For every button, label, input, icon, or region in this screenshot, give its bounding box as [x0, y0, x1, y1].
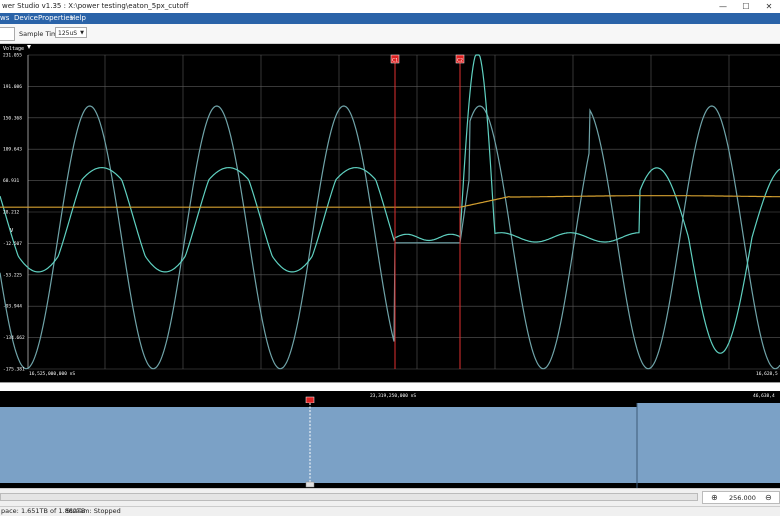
minimize-button[interactable]: — — [712, 0, 734, 13]
zoom-out-icon[interactable]: ⊖ — [765, 493, 772, 502]
title-bar: wer Studio v1.35 : X:\power testing\eato… — [0, 0, 780, 13]
x-start-label: 16,525,000,000 nS — [29, 371, 75, 377]
close-button[interactable]: ✕ — [758, 0, 780, 13]
menu-bar: ws Device Properties Help — [0, 13, 780, 24]
trigger-marker-icon[interactable] — [27, 45, 31, 49]
maximize-button[interactable]: ☐ — [735, 0, 757, 13]
overview-time-right: 46,638,4 — [753, 393, 775, 399]
sample-time-select[interactable]: 125uS ▼ — [55, 27, 87, 38]
y-tick-label: -12.507 — [3, 241, 22, 247]
y-tick-label: -53.225 — [3, 272, 22, 278]
menu-views[interactable]: ws — [0, 13, 9, 24]
y-tick-label: 28.212 — [3, 210, 20, 216]
overview-header: 23,319,250,000 nS 46,638,4 — [0, 382, 780, 404]
waveform-chart[interactable]: C1 C2 Voltage231.055 191.086 150.368 109.643… — [0, 44, 780, 382]
cursor-label: C1 — [392, 58, 398, 64]
overview-fill-left — [0, 407, 637, 483]
overview-time-center: 23,319,250,000 nS — [370, 393, 416, 399]
y-tick-label: -175.381 — [3, 367, 25, 373]
y-tick-label: -93.944 — [3, 304, 22, 310]
y-tick-label: 109.643 — [3, 147, 22, 153]
menu-properties[interactable]: Properties — [38, 13, 73, 24]
voltage-trace-b — [0, 54, 780, 354]
status-bar: pace: 1.651TB of 1.862TB Stream: Stopped — [0, 506, 780, 516]
zoom-value: 256.000 — [729, 494, 756, 502]
y-unit-label: V — [10, 228, 14, 234]
voltage-trace-a — [0, 105, 780, 370]
x-end-label: 16,628,5 — [756, 371, 778, 377]
menu-device[interactable]: Device — [14, 13, 38, 24]
overview-header-svg: 23,319,250,000 nS 46,638,4 — [0, 383, 780, 404]
y-tick-label: -134.662 — [3, 335, 25, 341]
waveform-plot[interactable]: C1 C2 Voltage 231.055 191.086 150.368 109.643… — [0, 44, 780, 382]
scroll-row: ⊕ 256.000 ⊖ — [0, 488, 780, 506]
overview-fill-right — [637, 403, 780, 483]
horizontal-scrollbar[interactable] — [0, 493, 698, 501]
toolbar: Sample Time: 125uS ▼ — [0, 24, 780, 44]
plot-grid — [27, 54, 780, 370]
chevron-down-icon: ▼ — [80, 30, 84, 36]
sample-time-value: 125uS — [58, 30, 78, 37]
zoom-in-icon[interactable]: ⊕ — [711, 493, 718, 502]
y-tick-label: 68.931 — [3, 178, 20, 184]
zoom-control: ⊕ 256.000 ⊖ — [702, 491, 780, 504]
stream-status: Stream: Stopped — [66, 507, 121, 515]
overview-chart[interactable] — [0, 403, 780, 488]
overview-header-band — [0, 383, 780, 391]
menu-help[interactable]: Help — [70, 13, 86, 24]
window-title: wer Studio v1.35 : X:\power testing\eato… — [2, 2, 189, 10]
overview-strip[interactable] — [0, 403, 780, 488]
y-axis-title: Voltage — [3, 46, 24, 52]
y-tick-label: 150.368 — [3, 115, 22, 121]
y-tick-label: 191.086 — [3, 84, 22, 90]
y-tick-label: 231.055 — [3, 53, 22, 59]
cursor-label: C2 — [457, 58, 463, 64]
overview-position-handle[interactable] — [305, 481, 315, 488]
toolbar-button[interactable] — [0, 27, 15, 41]
